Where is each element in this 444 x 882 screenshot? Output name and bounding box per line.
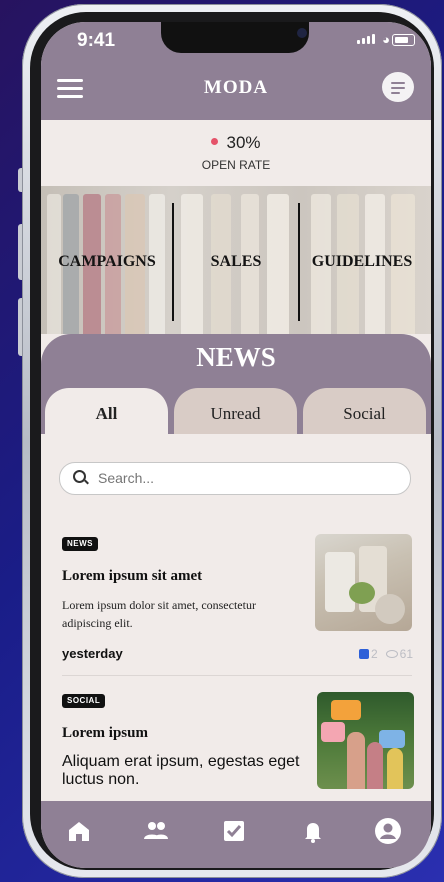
engagement-metrics: 2 61 bbox=[358, 647, 413, 661]
news-title: Lorem ipsum sit amet bbox=[62, 568, 203, 584]
app-header: 9:41 ◕ MODA bbox=[41, 22, 431, 120]
signal-icon bbox=[357, 34, 375, 44]
news-item[interactable]: NEWS Lorem ipsum sit amet Lorem ipsum do… bbox=[41, 534, 431, 674]
search-input[interactable] bbox=[96, 469, 390, 487]
news-excerpt: Lorem ipsum dolor sit amet, consectetur … bbox=[62, 598, 256, 630]
news-section-header: NEWS All Unread Social bbox=[41, 334, 431, 434]
category-tag: NEWS bbox=[62, 537, 98, 551]
chat-icon[interactable] bbox=[382, 72, 414, 102]
category-guidelines[interactable]: GUIDELINES bbox=[297, 253, 427, 271]
news-title: Lorem ipsum bbox=[62, 725, 148, 741]
category-banner: CAMPAIGNS SALES GUIDELINES bbox=[41, 186, 431, 334]
news-time: yesterday bbox=[62, 646, 123, 661]
news-thumbnail bbox=[317, 692, 414, 789]
news-excerpt: Aliquam erat ipsum, egestas eget luctus … bbox=[62, 753, 300, 788]
tab-social[interactable]: Social bbox=[303, 388, 426, 434]
like-icon bbox=[358, 649, 369, 659]
view-count: 61 bbox=[399, 647, 413, 661]
bell-icon[interactable] bbox=[297, 815, 329, 847]
search-field[interactable] bbox=[59, 462, 411, 495]
news-item[interactable]: SOCIAL Lorem ipsum Aliquam erat ipsum, e… bbox=[41, 692, 431, 801]
notch bbox=[161, 22, 309, 53]
news-thumbnail bbox=[315, 534, 412, 631]
battery-icon bbox=[392, 34, 415, 46]
task-check-icon[interactable] bbox=[218, 815, 250, 847]
like-count: 2 bbox=[370, 647, 378, 661]
status-time: 9:41 bbox=[77, 30, 116, 51]
bottom-navigation bbox=[41, 801, 431, 868]
views-icon bbox=[385, 650, 398, 658]
open-rate-value: 30% bbox=[226, 133, 261, 152]
category-sales[interactable]: SALES bbox=[171, 253, 301, 271]
status-dot-icon bbox=[211, 138, 219, 145]
profile-icon[interactable] bbox=[372, 815, 404, 847]
tab-all[interactable]: All bbox=[45, 388, 168, 434]
wifi-icon: ◕ bbox=[382, 32, 390, 47]
people-icon[interactable] bbox=[140, 815, 172, 847]
open-rate-stat: 30% OPEN RATE bbox=[41, 120, 431, 186]
open-rate-label: OPEN RATE bbox=[201, 158, 271, 172]
category-tag: SOCIAL bbox=[62, 694, 106, 708]
app-title: MODA bbox=[203, 77, 269, 98]
tab-unread[interactable]: Unread bbox=[174, 388, 297, 434]
divider bbox=[62, 675, 412, 676]
camera-icon bbox=[297, 28, 307, 38]
app-screen: 9:41 ◕ MODA 30% OPEN RATE CAMPAIGNS SALE… bbox=[41, 22, 431, 868]
news-heading: NEWS bbox=[196, 342, 276, 372]
category-campaigns[interactable]: CAMPAIGNS bbox=[42, 253, 172, 271]
home-icon[interactable] bbox=[63, 815, 95, 847]
search-icon bbox=[73, 470, 86, 483]
